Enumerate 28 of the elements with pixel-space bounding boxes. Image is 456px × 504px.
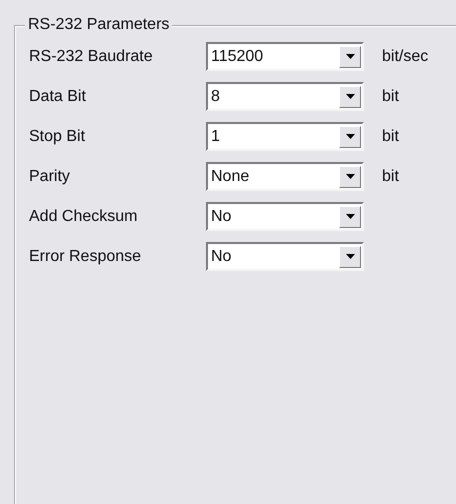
field-label: Add Checksum xyxy=(29,208,138,226)
dropdown-field[interactable]: 1 xyxy=(206,122,364,151)
dropdown-field[interactable]: No xyxy=(206,202,364,231)
dropdown-button[interactable] xyxy=(339,246,361,268)
field-label: Parity xyxy=(29,168,71,186)
field-label: Stop Bit xyxy=(29,128,86,146)
unit-label: bit xyxy=(382,128,399,146)
caret-icon xyxy=(346,134,354,139)
caret-icon xyxy=(346,214,354,219)
unit-label: bit xyxy=(382,88,399,106)
field-label: RS-232 Baudrate xyxy=(29,48,154,66)
field-label: Error Response xyxy=(29,248,142,266)
dropdown-button[interactable] xyxy=(339,126,361,148)
dropdown-button[interactable] xyxy=(339,206,361,228)
caret-icon xyxy=(346,94,354,99)
dropdown-field[interactable]: No xyxy=(206,242,364,271)
unit-label: bit/sec xyxy=(382,48,428,66)
dropdown-button[interactable] xyxy=(339,86,361,108)
caret-icon xyxy=(346,174,354,179)
dropdown-field[interactable]: None xyxy=(206,162,364,191)
unit-label: bit xyxy=(382,168,399,186)
dropdown-button[interactable] xyxy=(339,46,361,68)
dropdown-button[interactable] xyxy=(339,166,361,188)
field-label: Data Bit xyxy=(29,88,87,106)
caret-icon xyxy=(346,54,354,59)
dropdown-field[interactable]: 8 xyxy=(206,82,364,111)
caret-icon xyxy=(346,254,354,259)
dropdown-field[interactable]: 115200 xyxy=(206,42,364,71)
